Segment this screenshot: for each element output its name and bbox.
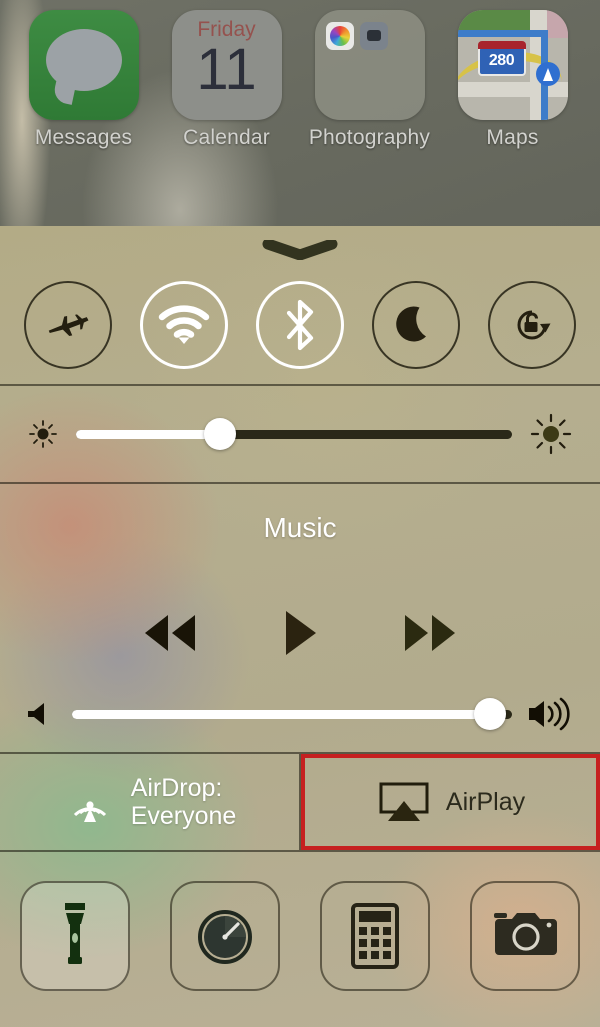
camera-icon (494, 912, 557, 955)
do-not-disturb-toggle[interactable] (372, 281, 460, 369)
airplay-button[interactable]: AirPlay (301, 754, 600, 850)
volume-knob[interactable] (474, 698, 506, 730)
airplane-mode-toggle[interactable] (24, 281, 112, 369)
music-section: Music (0, 484, 600, 752)
home-screen-background: Messages Friday 11 Calendar Photography (0, 0, 600, 226)
camera-button[interactable] (470, 880, 580, 991)
airdrop-icon (73, 801, 106, 822)
bluetooth-icon (286, 299, 314, 351)
flashlight-button[interactable] (20, 880, 130, 991)
navigation-arrow-icon (535, 62, 560, 86)
volume-slider-row (0, 672, 600, 756)
moon-icon (396, 306, 426, 342)
highway-shield-icon: 280 (477, 41, 526, 76)
calendar-date: 11 (196, 37, 257, 102)
chevron-down-icon (262, 240, 338, 260)
airplay-label: AirPlay (445, 787, 526, 816)
brightness-high-icon (530, 413, 572, 455)
brightness-track[interactable] (76, 418, 512, 450)
rotation-lock-toggle[interactable] (488, 281, 576, 369)
app-calendar[interactable]: Friday 11 Calendar (155, 10, 298, 150)
airdrop-title: AirDrop: (130, 774, 223, 802)
wifi-icon (158, 305, 210, 344)
share-row: AirDrop: Everyone AirPlay (0, 754, 600, 850)
app-label: Calendar (183, 126, 270, 149)
iphone-screen: Messages Friday 11 Calendar Photography (0, 0, 600, 1027)
previous-track-button[interactable] (139, 610, 201, 656)
brightness-knob[interactable] (203, 418, 236, 450)
wifi-toggle[interactable] (140, 281, 228, 369)
music-title: Music (263, 512, 337, 543)
airplane-icon (48, 314, 89, 336)
calculator-button[interactable] (320, 880, 430, 991)
airplay-icon (379, 782, 429, 821)
messages-icon[interactable] (28, 10, 139, 120)
highway-number: 280 (488, 52, 515, 69)
shortcut-row (0, 852, 600, 1019)
volume-max-icon (529, 697, 570, 731)
play-button[interactable] (280, 608, 320, 658)
app-photography-folder[interactable]: Photography (298, 10, 441, 150)
rotation-lock-icon (517, 310, 551, 340)
calculator-icon (351, 902, 399, 969)
speech-bubble-icon (45, 29, 122, 91)
camera-icon (359, 22, 388, 50)
home-screen-app-row: Messages Friday 11 Calendar Photography (0, 0, 600, 150)
folder-icon[interactable] (314, 10, 425, 120)
app-label: Maps (486, 126, 539, 149)
flashlight-icon (65, 902, 85, 964)
airdrop-button[interactable]: AirDrop: Everyone (0, 754, 301, 850)
airdrop-value: Everyone (130, 802, 237, 830)
photos-icon (325, 22, 354, 50)
rewind-icon (145, 615, 196, 651)
app-messages[interactable]: Messages (12, 10, 155, 150)
next-track-button[interactable] (399, 610, 461, 656)
app-label: Messages (34, 126, 133, 149)
timer-button[interactable] (170, 880, 280, 991)
brightness-slider-row (0, 386, 600, 482)
volume-min-icon (28, 703, 44, 725)
volume-track[interactable] (72, 698, 512, 730)
music-transport-controls (0, 608, 600, 658)
toggle-row (0, 266, 600, 384)
app-label: Photography (308, 126, 431, 149)
control-center-panel: Music AirDrop: Everyone AirPlay (0, 226, 600, 1027)
fast-forward-icon (404, 615, 455, 651)
control-center-grabber[interactable] (0, 226, 600, 266)
bluetooth-toggle[interactable] (256, 281, 344, 369)
airdrop-label-group: AirDrop: Everyone (131, 774, 237, 830)
play-icon (285, 611, 316, 655)
timer-icon (198, 909, 252, 964)
calendar-icon[interactable]: Friday 11 (171, 10, 282, 120)
maps-icon[interactable]: 280 (457, 10, 568, 120)
brightness-low-icon (29, 420, 57, 448)
app-maps[interactable]: 280 Maps (441, 10, 584, 150)
